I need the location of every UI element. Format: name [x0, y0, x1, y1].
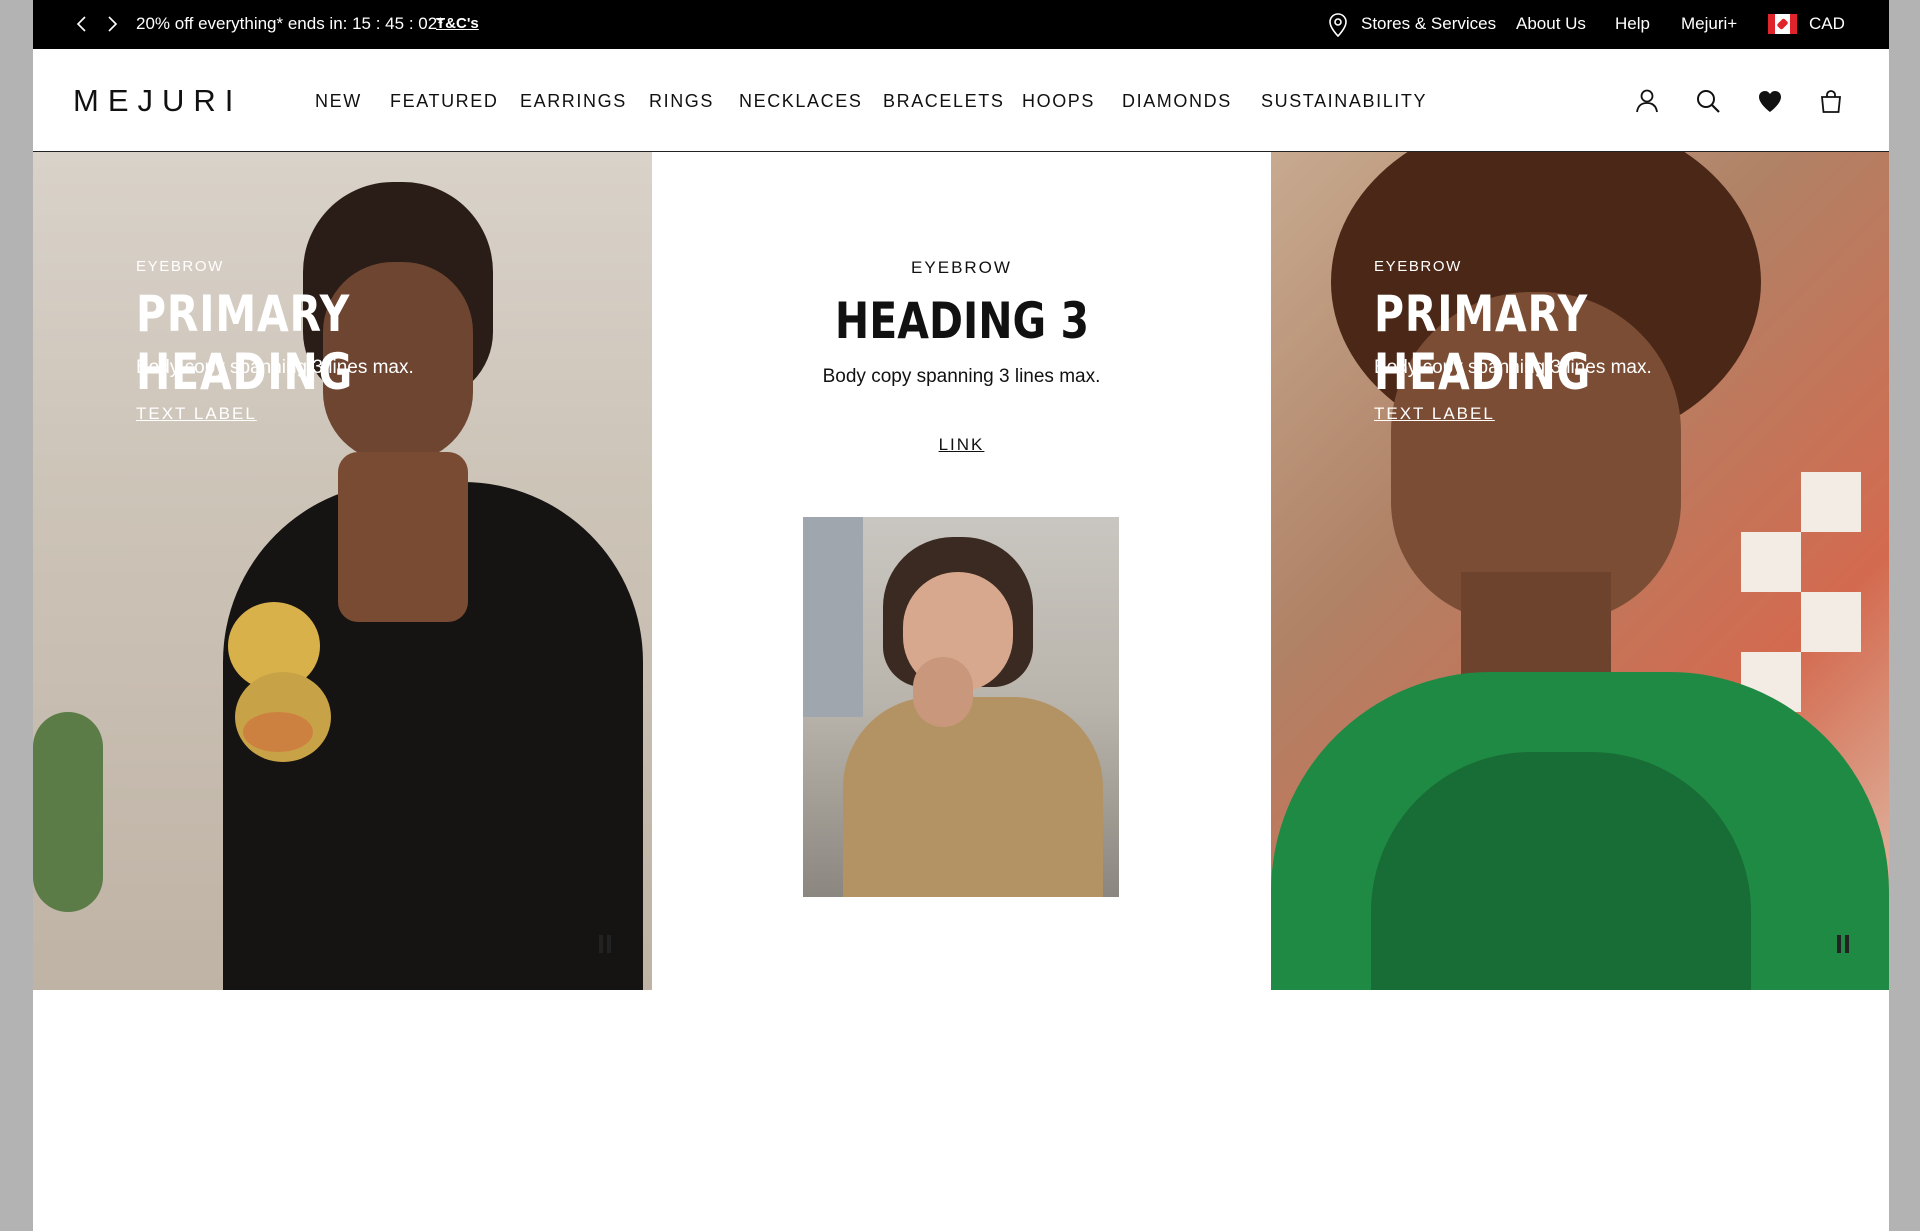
panel-body: Body copy spanning 3 lines max. — [136, 357, 414, 378]
panel-link-text[interactable]: LINK — [939, 435, 985, 454]
nav-new[interactable]: NEW — [315, 91, 362, 112]
model-photo — [183, 152, 652, 990]
help-link[interactable]: Help — [1615, 14, 1650, 34]
chevron-left-icon[interactable] — [71, 13, 93, 35]
panel-text-label[interactable]: TEXT LABEL — [1374, 404, 1495, 424]
canada-flag-icon[interactable] — [1768, 14, 1797, 34]
location-pin-icon[interactable] — [1326, 12, 1350, 38]
nav-rings[interactable]: RINGS — [649, 91, 714, 112]
page: 20% off everything* ends in: 15 : 45 : 0… — [33, 0, 1889, 1231]
panel-eyebrow: EYEBROW — [136, 258, 224, 275]
leaf-shape — [33, 712, 103, 912]
nav-sustainability[interactable]: SUSTAINABILITY — [1261, 91, 1427, 112]
shopping-bag-icon[interactable] — [1817, 87, 1845, 115]
logo[interactable]: MEJURI — [73, 83, 242, 119]
hero-panel-left[interactable]: EYEBROW PRIMARY HEADING Body copy spanni… — [33, 152, 652, 990]
pause-icon[interactable] — [1837, 935, 1851, 953]
panel-heading: PRIMARY HEADING — [136, 285, 354, 401]
hero-panel-center: EYEBROW HEADING 3 Body copy spanning 3 l… — [652, 152, 1271, 990]
announcement-bar: 20% off everything* ends in: 15 : 45 : 0… — [33, 0, 1889, 49]
panel-link: LINK — [652, 435, 1271, 455]
nav-featured[interactable]: FEATURED — [390, 91, 498, 112]
hero-panel-right[interactable]: EYEBROW PRIMARY HEADING Body copy spanni… — [1271, 152, 1889, 990]
nav-bracelets[interactable]: BRACELETS — [883, 91, 1004, 112]
about-us-link[interactable]: About Us — [1516, 14, 1586, 34]
panel-eyebrow: EYEBROW — [1374, 258, 1462, 275]
search-icon[interactable] — [1694, 87, 1722, 115]
pause-icon[interactable] — [599, 935, 613, 953]
panel-heading-text: HEADING 3 — [834, 292, 1089, 350]
currency-selector[interactable]: CAD — [1809, 14, 1845, 34]
panel-eyebrow: EYEBROW — [911, 258, 1012, 277]
panel-body: Body copy spanning 3 lines max. — [822, 366, 1101, 387]
nav-diamonds[interactable]: DIAMONDS — [1122, 91, 1232, 112]
model-photo — [1271, 152, 1889, 990]
nav-earrings[interactable]: EARRINGS — [520, 91, 627, 112]
stores-services-link[interactable]: Stores & Services — [1361, 14, 1496, 34]
chevron-right-icon[interactable] — [101, 13, 123, 35]
panel-text-label[interactable]: TEXT LABEL — [136, 404, 257, 424]
site-header: MEJURI NEW FEATURED EARRINGS RINGS NECKL… — [33, 49, 1889, 152]
panel-heading: HEADING 3 — [652, 292, 1271, 350]
panel-heading: PRIMARY HEADING — [1374, 285, 1592, 401]
mejuri-plus-link[interactable]: Mejuri+ — [1681, 14, 1737, 34]
panel-body: Body copy spanning 3 lines max. — [1374, 357, 1652, 378]
nav-necklaces[interactable]: NECKLACES — [739, 91, 862, 112]
terms-link[interactable]: T&C's — [436, 15, 479, 32]
account-icon[interactable] — [1633, 87, 1661, 115]
promo-text: 20% off everything* ends in: 15 : 45 : 0… — [136, 14, 444, 33]
wishlist-heart-icon[interactable] — [1756, 87, 1784, 115]
nav-hoops[interactable]: HOOPS — [1022, 91, 1095, 112]
product-photo[interactable] — [803, 517, 1119, 897]
